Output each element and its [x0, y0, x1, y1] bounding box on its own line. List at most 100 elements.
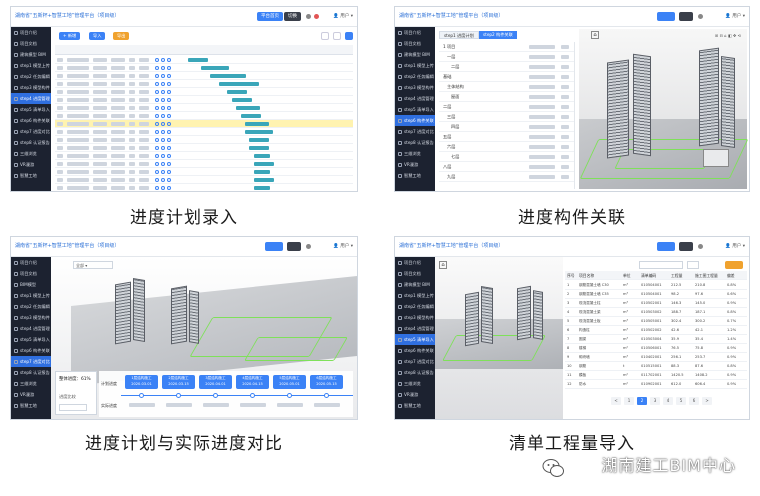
row-action-icon[interactable]	[167, 177, 171, 182]
sidebar-item[interactable]: step7 进度对比	[11, 126, 51, 137]
timeline-node[interactable]	[176, 393, 181, 398]
sidebar-item[interactable]: step6 构件关联	[395, 115, 435, 126]
notification-icon[interactable]	[698, 244, 703, 249]
notification-icon[interactable]	[306, 14, 311, 19]
table-row[interactable]: 8 楼梯 m² 010506001 76.5 75.8 0.9%	[565, 344, 747, 353]
row-action-icon[interactable]	[155, 121, 159, 126]
timeline-card[interactable]: 2层结构施工 2020.03.15	[162, 375, 195, 389]
sidebar-item[interactable]: step3 模型构件	[11, 312, 51, 323]
table-row[interactable]	[55, 128, 353, 136]
gantt-bar[interactable]	[253, 178, 274, 182]
gantt-bar[interactable]	[245, 130, 273, 134]
row-action-icon[interactable]	[167, 105, 171, 110]
page-button[interactable]: 1	[624, 397, 634, 405]
zoom-out-icon[interactable]	[321, 32, 329, 40]
row-action-icon[interactable]	[155, 161, 159, 166]
row-action-icon[interactable]	[167, 169, 171, 174]
list-item[interactable]: 七层	[439, 152, 574, 162]
table-row[interactable]: 2 钢筋混凝土墙 C35 m³ 010504001 98.2 97.6 0.6%	[565, 290, 747, 299]
sidebar-item[interactable]: step7 进度对比	[395, 126, 435, 137]
row-action-icon[interactable]	[161, 89, 165, 94]
viewer-home-icon[interactable]: ⌂	[439, 261, 447, 269]
row-action-icon[interactable]	[155, 169, 159, 174]
table-row[interactable]	[55, 168, 353, 176]
sidebar-item[interactable]: step1 模型上传	[11, 60, 51, 71]
gantt-bar[interactable]	[187, 58, 208, 62]
user-menu[interactable]: 👤 用户 ▾	[725, 13, 745, 19]
list-item[interactable]: 二层	[439, 62, 574, 72]
timeline-card[interactable]: 6层结构施工 2020.05.15	[310, 375, 343, 389]
row-action-icon[interactable]	[155, 73, 159, 78]
row-action-icon[interactable]	[155, 185, 159, 190]
user-menu[interactable]: 👤 用户 ▾	[333, 13, 353, 19]
gantt-bar[interactable]	[231, 98, 252, 102]
bim-3d-viewer[interactable]: ⌂	[435, 257, 563, 419]
table-row[interactable]	[55, 184, 353, 191]
timeline-node[interactable]	[213, 393, 218, 398]
switch-button[interactable]	[679, 12, 693, 21]
sidebar-item[interactable]: step4 进度管理	[395, 323, 435, 334]
switch-button[interactable]	[679, 242, 693, 251]
sidebar-item[interactable]: 智慧工地	[11, 400, 51, 411]
sidebar-item[interactable]: step1 模型上传	[11, 290, 51, 301]
table-row[interactable]	[55, 136, 353, 144]
row-action-icon[interactable]	[161, 97, 165, 102]
sidebar-item[interactable]: step4 进度管理	[11, 93, 51, 104]
table-row[interactable]	[55, 104, 353, 112]
progress-compare-toggle[interactable]	[59, 404, 87, 411]
tab-schedule[interactable]: step1 进度计划	[439, 31, 479, 39]
table-row[interactable]: 1 钢筋混凝土墙 C30 m³ 010504001 212.5 210.8 0.8%	[565, 281, 747, 290]
page-button[interactable]: 2	[637, 397, 647, 405]
table-row[interactable]	[55, 56, 353, 64]
timeline-card[interactable]: 4层结构施工 2020.04.15	[236, 375, 269, 389]
row-action-icon[interactable]	[161, 169, 165, 174]
table-row[interactable]	[55, 120, 353, 128]
gantt-bar[interactable]	[245, 122, 269, 126]
tab-component-link[interactable]: step2 构件关联	[479, 31, 517, 39]
table-row[interactable]	[55, 80, 353, 88]
sidebar-item[interactable]: step2 任务编辑	[11, 71, 51, 82]
sidebar-item[interactable]: step3 模型构件	[11, 82, 51, 93]
sidebar-item[interactable]: 建筑模型 BIM	[395, 279, 435, 290]
gantt-bar[interactable]	[201, 66, 229, 70]
row-action-icon[interactable]	[167, 73, 171, 78]
timeline-node[interactable]	[287, 393, 292, 398]
fullscreen-icon[interactable]	[345, 32, 353, 40]
sidebar-item[interactable]: step6 构件关联	[11, 345, 51, 356]
sidebar-item[interactable]: 三维浏览	[11, 148, 51, 159]
gantt-bar[interactable]	[236, 106, 261, 110]
sidebar-item[interactable]: step2 任务编辑	[395, 301, 435, 312]
home-button[interactable]	[265, 242, 283, 251]
sidebar-item[interactable]: VR漫游	[11, 389, 51, 400]
row-action-icon[interactable]	[155, 57, 159, 62]
sidebar-item[interactable]: step8 认证报告	[395, 137, 435, 148]
timeline-node[interactable]	[250, 393, 255, 398]
sidebar-item[interactable]: step7 进度对比	[395, 356, 435, 367]
add-button[interactable]: + 新增	[59, 32, 81, 40]
sidebar-item[interactable]: step6 构件关联	[11, 115, 51, 126]
timeline-node[interactable]	[139, 393, 144, 398]
table-row[interactable]: 3 现浇混凝土柱 m³ 010502001 146.3 145.0 0.9%	[565, 299, 747, 308]
row-action-icon[interactable]	[155, 137, 159, 142]
gantt-bar[interactable]	[240, 114, 261, 118]
sidebar-item[interactable]: step3 模型构件	[395, 82, 435, 93]
user-menu[interactable]: 👤 用户 ▾	[725, 243, 745, 249]
sidebar-item[interactable]: 项目介绍	[395, 257, 435, 268]
row-action-icon[interactable]	[161, 65, 165, 70]
page-button[interactable]: 5	[676, 397, 686, 405]
timeline-node[interactable]	[324, 393, 329, 398]
page-button[interactable]: 6	[689, 397, 699, 405]
sidebar-item[interactable]: 智慧工地	[395, 170, 435, 181]
sidebar-item[interactable]: step5 清单导入	[395, 104, 435, 115]
sidebar-item[interactable]: step1 模型上传	[395, 290, 435, 301]
table-row[interactable]	[55, 112, 353, 120]
sidebar-item[interactable]: 建筑模型 BIM	[11, 49, 51, 60]
row-action-icon[interactable]	[155, 129, 159, 134]
sidebar-item[interactable]: step5 清单导入	[11, 334, 51, 345]
gantt-bar[interactable]	[227, 90, 248, 94]
list-item[interactable]: 主体结构	[439, 82, 574, 92]
row-action-icon[interactable]	[167, 97, 171, 102]
row-action-icon[interactable]	[155, 113, 159, 118]
switch-button[interactable]: 切换	[284, 12, 301, 21]
row-action-icon[interactable]	[167, 57, 171, 62]
